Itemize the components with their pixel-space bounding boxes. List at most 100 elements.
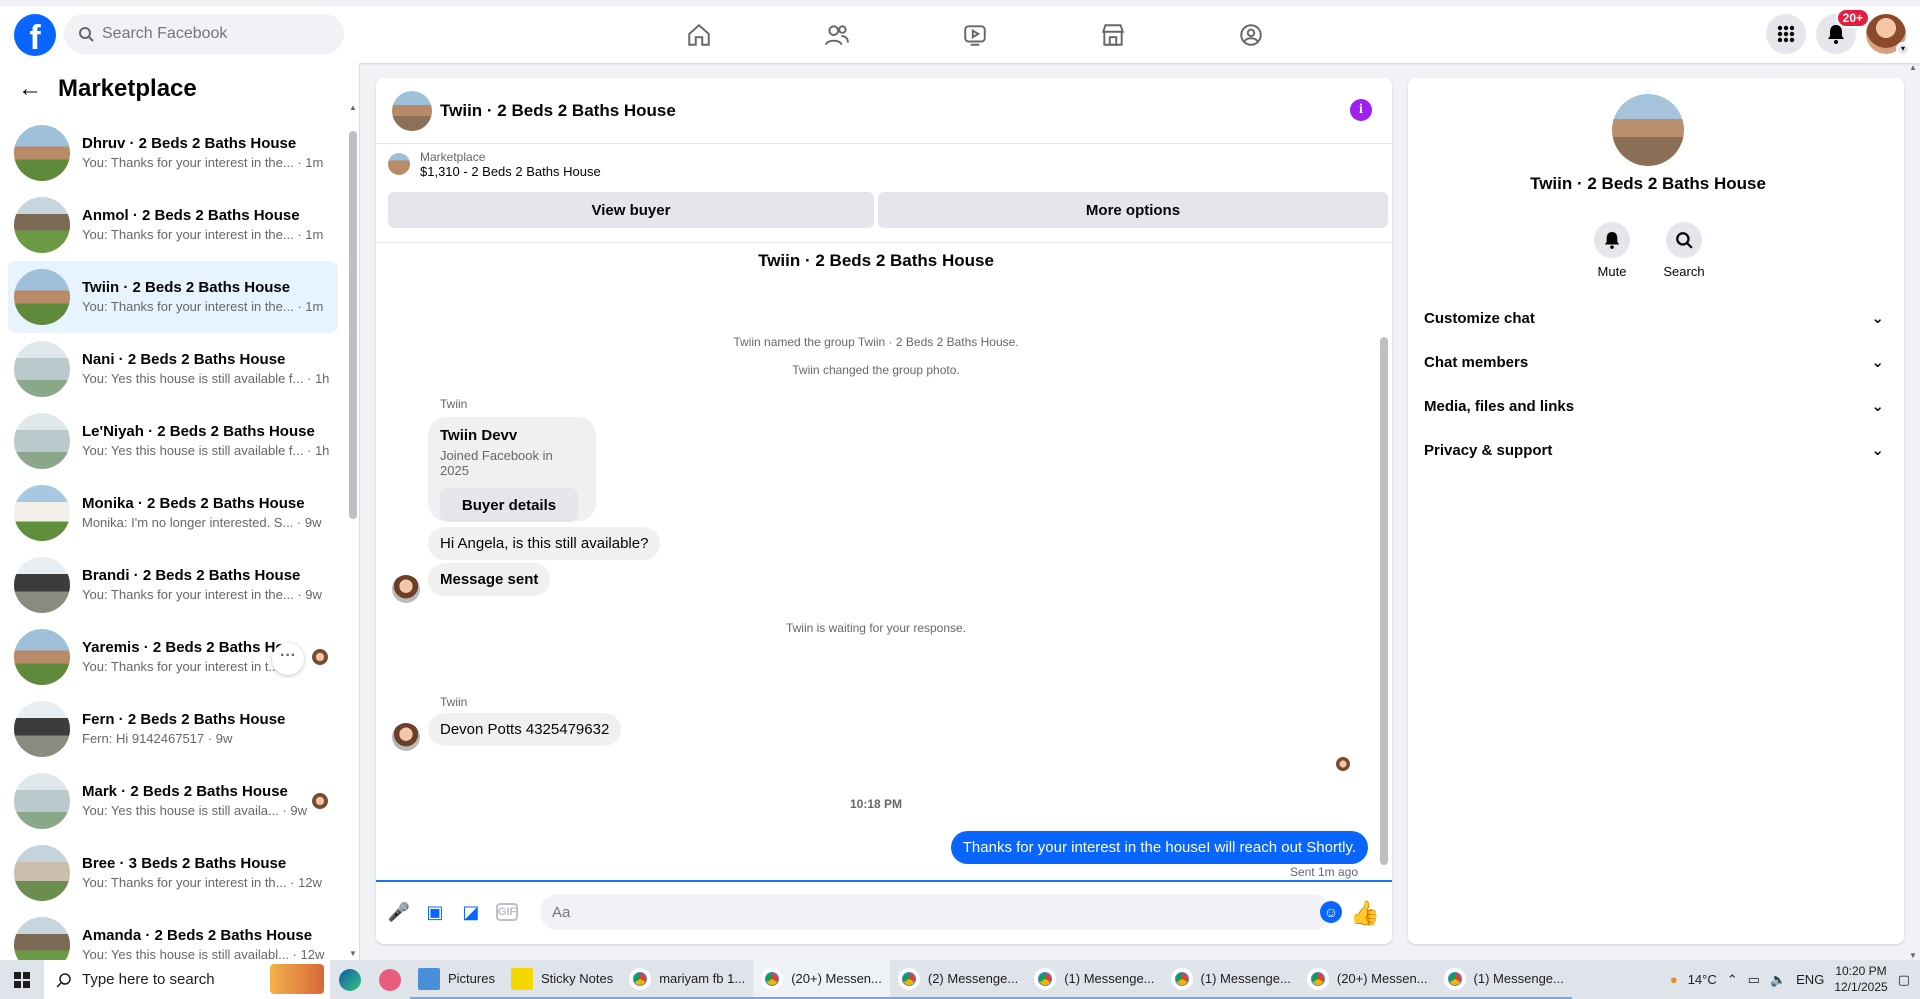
taskbar-chrome-window[interactable]: mariyam fb 1... <box>621 960 754 999</box>
conversation-preview: You: Thanks for your interest in the... … <box>82 587 322 603</box>
mute-action[interactable]: Mute <box>1572 222 1652 279</box>
chrome-icon <box>1443 967 1466 990</box>
page-scrollbar[interactable]: ▲ ▼ <box>1908 63 1918 960</box>
conversation-item-active[interactable]: Twiin · 2 Beds 2 Baths House You: Thanks … <box>8 261 338 333</box>
edge-app-icon[interactable] <box>330 960 370 999</box>
microphone-icon[interactable]: 🎤 <box>388 901 410 923</box>
marketplace-nav-icon[interactable] <box>1044 12 1182 58</box>
seen-avatar <box>312 793 328 809</box>
notifications-bell-icon[interactable]: 20+ <box>1816 8 1870 54</box>
snipping-tool-icon[interactable] <box>370 960 410 999</box>
conversation-title: Amanda · 2 Beds 2 Baths House <box>82 927 313 945</box>
conversation-title: Nani · 2 Beds 2 Baths House <box>82 351 286 369</box>
weather-temperature[interactable]: 14°C <box>1688 972 1717 987</box>
home-nav-icon[interactable] <box>630 12 768 58</box>
thread-scrollbar[interactable] <box>1380 249 1388 879</box>
incoming-message: Devon Potts 4325479632 <box>428 713 622 746</box>
conversation-preview: You: Thanks for your interest in the... … <box>82 227 324 243</box>
scroll-up-arrow-icon[interactable]: ▲ <box>349 103 357 112</box>
conversation-item[interactable]: Anmol · 2 Beds 2 Baths House You: Thanks … <box>8 189 338 261</box>
seen-avatar <box>312 649 328 665</box>
conversation-item[interactable]: Fern · 2 Beds 2 Baths House Fern: Hi 9142… <box>8 693 338 765</box>
emoji-icon[interactable]: ☺ <box>1320 901 1342 923</box>
photo-icon[interactable]: ▣ <box>424 901 446 923</box>
conversation-item[interactable]: Mark · 2 Beds 2 Baths House You: Yes this… <box>8 765 338 837</box>
video-nav-icon[interactable] <box>906 12 1044 58</box>
chevron-up-icon[interactable]: ⌃ <box>1727 972 1738 988</box>
scroll-down-arrow-icon[interactable]: ▼ <box>1909 951 1917 960</box>
groups-nav-icon[interactable] <box>1182 12 1320 58</box>
sender-name: Twiin <box>440 397 468 411</box>
taskbar-chrome-window[interactable]: (1) Messenge... <box>1162 960 1299 999</box>
clock[interactable]: 10:20 PM 12/1/2025 <box>1834 964 1887 995</box>
conversation-title: Brandi · 2 Beds 2 Baths House <box>82 567 301 585</box>
conversation-item[interactable]: Brandi · 2 Beds 2 Baths House You: Thanks… <box>8 549 338 621</box>
conversation-item[interactable]: Bree · 3 Beds 2 Baths House You: Thanks f… <box>8 837 338 909</box>
privacy-support-section[interactable]: Privacy & support ⌄ <box>1424 428 1888 472</box>
sender-avatar[interactable] <box>392 723 420 751</box>
scroll-up-arrow-icon[interactable]: ▲ <box>1909 63 1917 72</box>
search-action[interactable]: Search <box>1644 222 1724 279</box>
chat-avatar[interactable] <box>392 90 432 131</box>
network-icon[interactable]: ▭ <box>1748 972 1760 988</box>
scrollbar-thumb[interactable] <box>1380 337 1388 865</box>
profile-avatar[interactable]: ▾ <box>1866 14 1910 56</box>
volume-icon[interactable]: 🔈 <box>1770 972 1786 988</box>
conversation-item[interactable]: Monika · 2 Beds 2 Baths House Monika: I'm… <box>8 477 338 549</box>
conversation-item[interactable]: Yaremis · 2 Beds 2 Baths Hou You: Thanks … <box>8 621 338 693</box>
conversation-item[interactable]: Dhruv · 2 Beds 2 Baths House You: Thanks … <box>8 117 338 189</box>
listing-banner[interactable]: Marketplace $1,310 - 2 Beds 2 Baths Hous… <box>376 144 1392 184</box>
taskbar-app-pictures[interactable]: Pictures <box>410 960 503 999</box>
conversation-title: Monika · 2 Beds 2 Baths House <box>82 495 305 513</box>
listing-thumbnail <box>14 125 70 181</box>
back-arrow-icon[interactable]: ← <box>18 75 42 103</box>
taskbar-chrome-window[interactable]: (1) Messenge... <box>1026 960 1163 999</box>
conversation-preview: Fern: Hi 9142467517 · 9w <box>82 731 233 747</box>
like-thumb-icon[interactable]: 👍 <box>1350 899 1380 928</box>
notification-center-icon[interactable]: ▢ <box>1898 972 1910 988</box>
chat-members-section[interactable]: Chat members ⌄ <box>1424 340 1888 384</box>
taskbar-chrome-window[interactable]: (20+) Messen... <box>753 960 890 999</box>
customize-chat-section[interactable]: Customize chat ⌄ <box>1424 296 1888 340</box>
friends-nav-icon[interactable] <box>768 12 906 58</box>
media-files-section[interactable]: Media, files and links ⌄ <box>1424 384 1888 428</box>
buyer-details-button[interactable]: Buyer details <box>440 488 578 522</box>
taskbar-chrome-window[interactable]: (20+) Messen... <box>1298 960 1436 999</box>
group-avatar[interactable] <box>1612 94 1684 166</box>
more-options-icon[interactable]: ··· <box>272 643 304 675</box>
taskbar-chrome-window[interactable]: (1) Messenge... <box>1435 960 1572 999</box>
conversation-preview: You: Thanks for your interest in the... … <box>82 155 324 171</box>
chrome-icon <box>1034 967 1057 990</box>
scrollbar-thumb[interactable] <box>349 131 357 519</box>
sender-avatar[interactable] <box>392 575 420 603</box>
language-indicator[interactable]: ENG <box>1796 972 1824 987</box>
start-button[interactable] <box>0 960 44 999</box>
facebook-logo-icon[interactable]: f <box>14 14 56 56</box>
chevron-down-icon: ⌄ <box>1871 398 1884 415</box>
system-tray: ● 14°C ⌃ ▭ 🔈 ENG 10:20 PM 12/1/2025 ▢ <box>1670 960 1920 999</box>
gif-icon[interactable]: GIF <box>496 903 518 921</box>
info-icon[interactable]: i <box>1350 99 1372 121</box>
conversation-preview: Monika: I'm no longer interested. S... ·… <box>82 515 322 531</box>
more-options-button[interactable]: More options <box>878 192 1388 228</box>
system-message: Twiin named the group Twiin · 2 Beds 2 B… <box>733 335 1019 349</box>
chat-title[interactable]: Twiin · 2 Beds 2 Baths House <box>440 101 676 121</box>
time-separator: 10:18 PM <box>849 797 903 811</box>
scroll-down-arrow-icon[interactable]: ▼ <box>349 949 357 958</box>
clock-time: 10:20 PM <box>1835 963 1887 978</box>
menu-grid-icon[interactable] <box>1766 14 1806 54</box>
search-input[interactable] <box>102 25 312 43</box>
chrome-icon <box>629 967 652 990</box>
conversation-item[interactable]: Nani · 2 Beds 2 Baths House You: Yes this… <box>8 333 338 405</box>
taskbar-search[interactable]: Type here to search <box>44 960 330 999</box>
sticker-icon[interactable]: ◪ <box>460 901 482 923</box>
listing-label: Marketplace <box>420 149 486 164</box>
view-buyer-button[interactable]: View buyer <box>388 192 874 228</box>
taskbar-app-sticky-notes[interactable]: Sticky Notes <box>502 960 622 999</box>
inbox-scrollbar[interactable]: ▲ ▼ <box>349 103 357 958</box>
taskbar-chrome-window[interactable]: (2) Messenge... <box>889 960 1027 999</box>
conversation-item[interactable]: Le'Niyah · 2 Beds 2 Baths House You: Yes … <box>8 405 338 477</box>
weather-icon[interactable]: ● <box>1670 972 1678 987</box>
message-input[interactable] <box>540 894 1330 930</box>
facebook-search[interactable] <box>64 14 344 54</box>
